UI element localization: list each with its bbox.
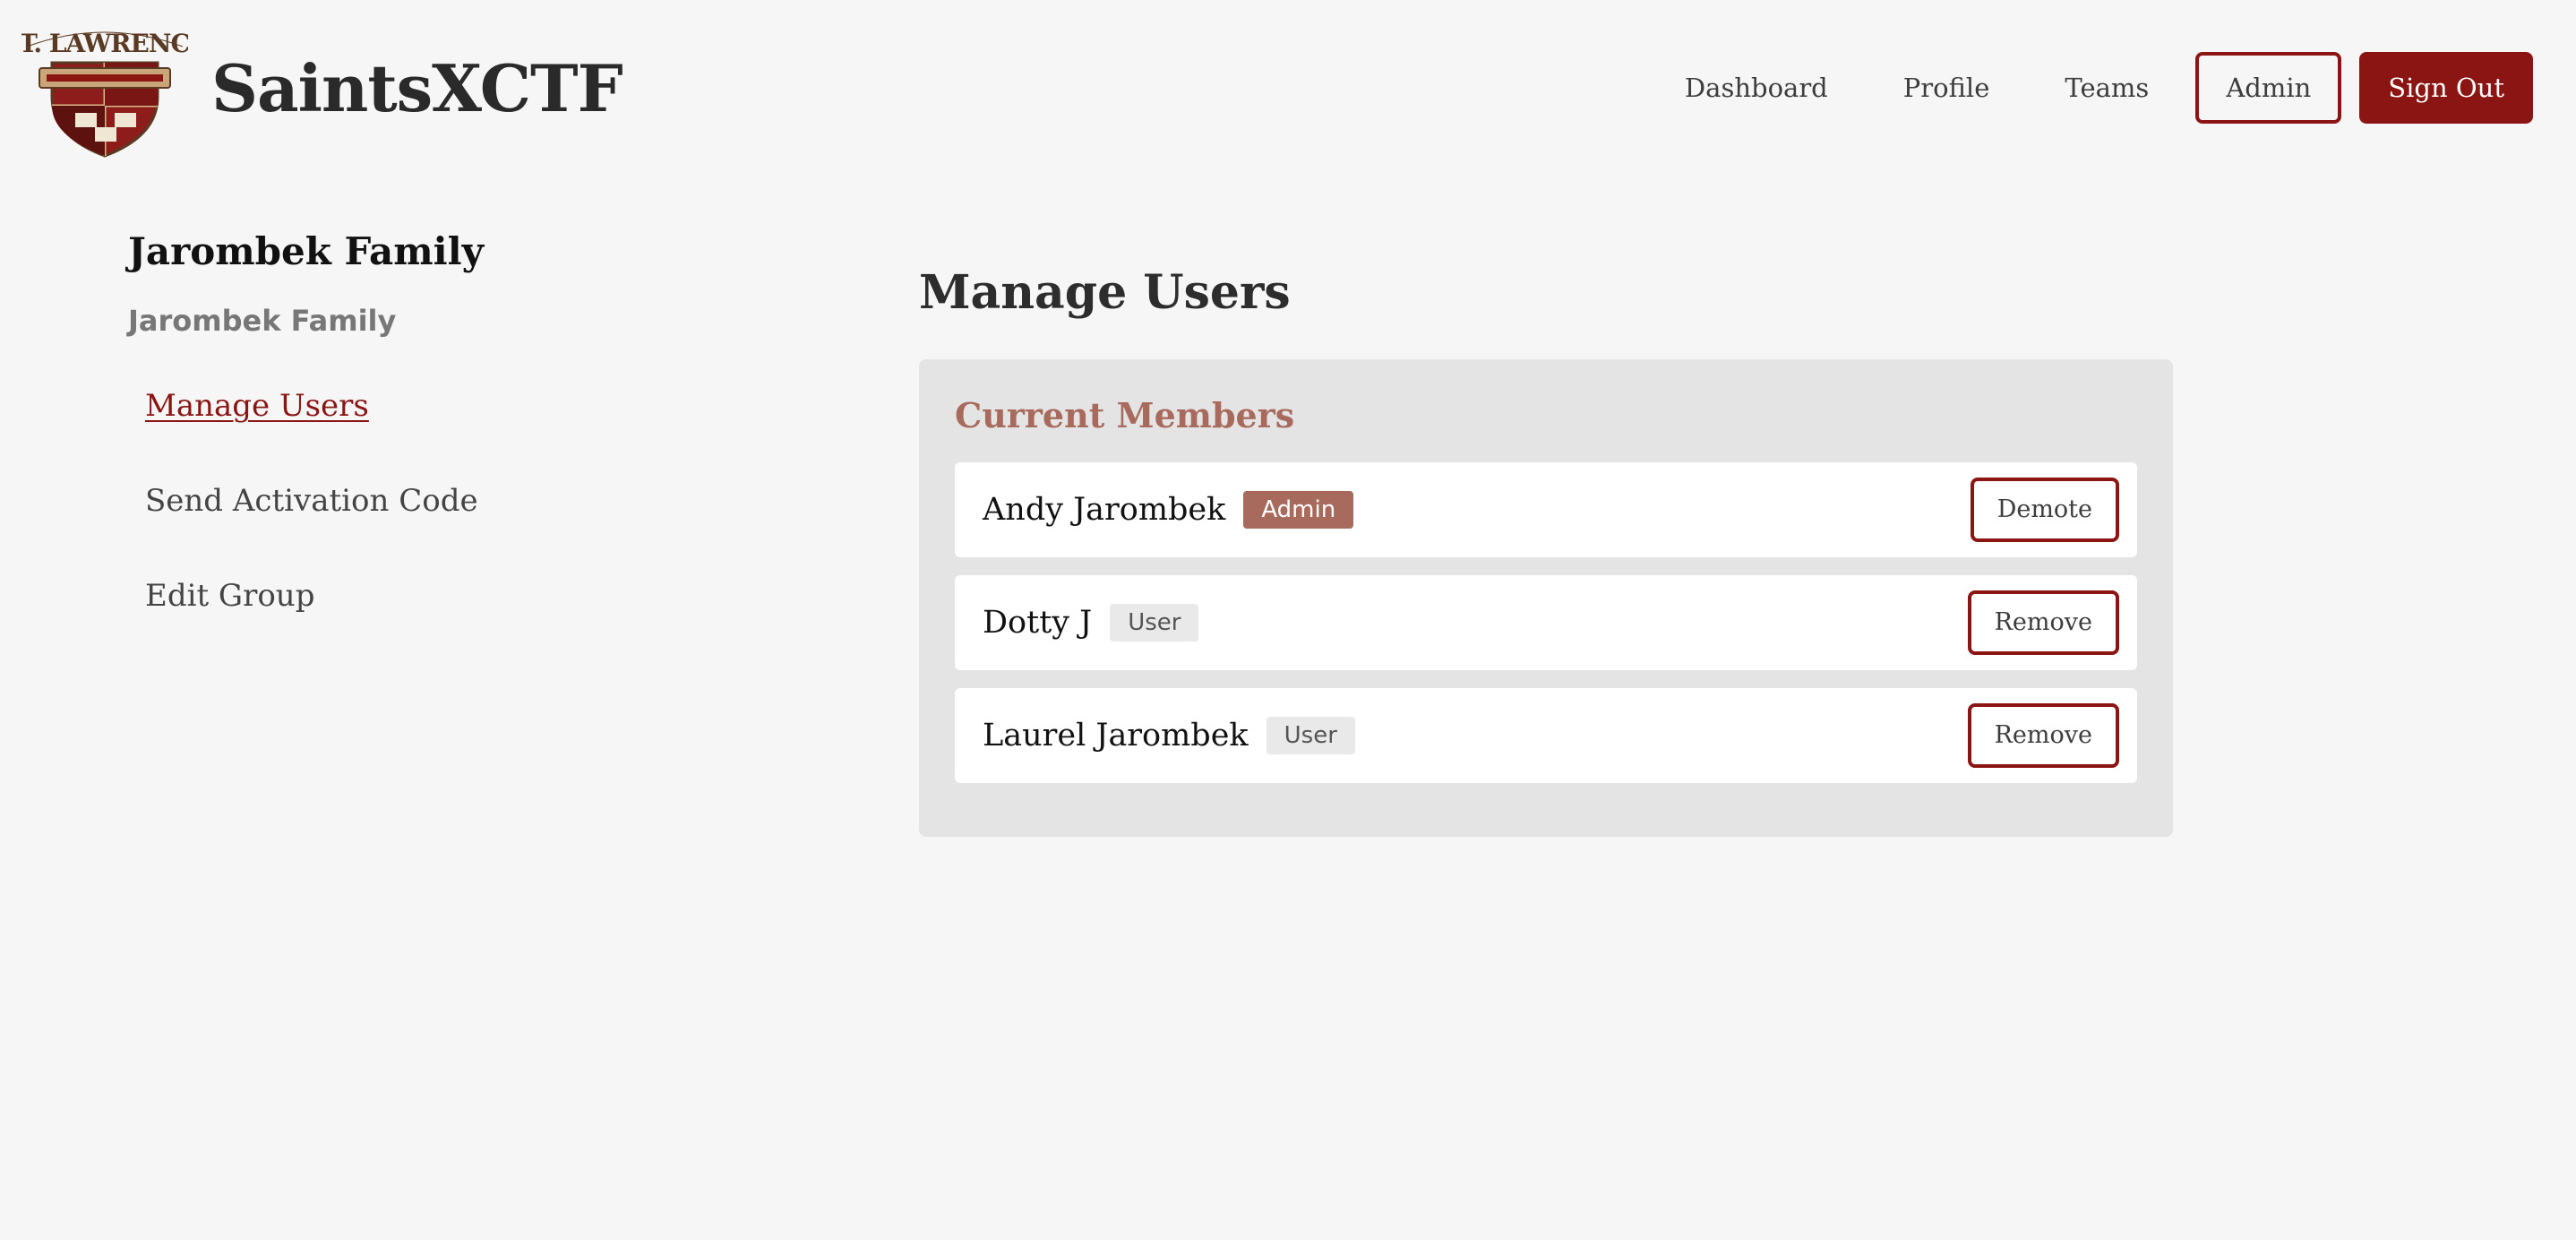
current-members-panel: Current Members Andy Jarombek Admin Demo… bbox=[919, 359, 2173, 837]
member-row: Laurel Jarombek User Remove bbox=[955, 688, 2137, 783]
sidebar-item-manage-users[interactable]: Manage Users bbox=[145, 384, 755, 479]
nav-profile-link[interactable]: Profile bbox=[1903, 73, 1990, 103]
site-header: ST. LAWRENCE SaintsXCTF Dashboard Profil… bbox=[0, 0, 2576, 179]
group-subtitle: Jarombek Family bbox=[128, 304, 397, 338]
site-title[interactable]: SaintsXCTF bbox=[211, 50, 623, 126]
role-badge: User bbox=[1110, 604, 1199, 642]
member-row: Dotty J User Remove bbox=[955, 575, 2137, 670]
member-name: Dotty J bbox=[983, 605, 1093, 641]
role-badge: User bbox=[1266, 717, 1355, 754]
demote-button[interactable]: Demote bbox=[1970, 478, 2119, 542]
nav-teams-link[interactable]: Teams bbox=[2065, 73, 2149, 103]
page-title: Manage Users bbox=[919, 265, 1291, 320]
role-badge: Admin bbox=[1243, 491, 1354, 529]
nav-dashboard-link[interactable]: Dashboard bbox=[1685, 73, 1828, 103]
sign-out-button[interactable]: Sign Out bbox=[2359, 52, 2533, 124]
remove-button[interactable]: Remove bbox=[1967, 703, 2119, 768]
sidebar-item-edit-group[interactable]: Edit Group bbox=[145, 574, 755, 669]
sidebar-menu: Manage Users Send Activation Code Edit G… bbox=[128, 384, 755, 669]
main-content: Manage Users Current Members Andy Jaromb… bbox=[919, 265, 2173, 837]
member-name: Laurel Jarombek bbox=[983, 718, 1249, 753]
nav-admin-button[interactable]: Admin bbox=[2195, 52, 2342, 124]
sidebar-item-send-activation-code[interactable]: Send Activation Code bbox=[145, 479, 755, 574]
st-lawrence-logo[interactable]: ST. LAWRENCE bbox=[21, 20, 188, 158]
panel-title: Current Members bbox=[955, 395, 1295, 435]
remove-button[interactable]: Remove bbox=[1967, 590, 2119, 655]
main-nav: Dashboard Profile Teams Admin Sign Out bbox=[1610, 52, 2533, 124]
group-title: Jarombek Family bbox=[128, 229, 484, 273]
member-row: Andy Jarombek Admin Demote bbox=[955, 462, 2137, 557]
group-sidebar: Jarombek Family Jarombek Family Manage U… bbox=[128, 229, 755, 669]
member-name: Andy Jarombek bbox=[983, 492, 1226, 528]
logo-wordmark: ST. LAWRENCE bbox=[21, 29, 188, 58]
